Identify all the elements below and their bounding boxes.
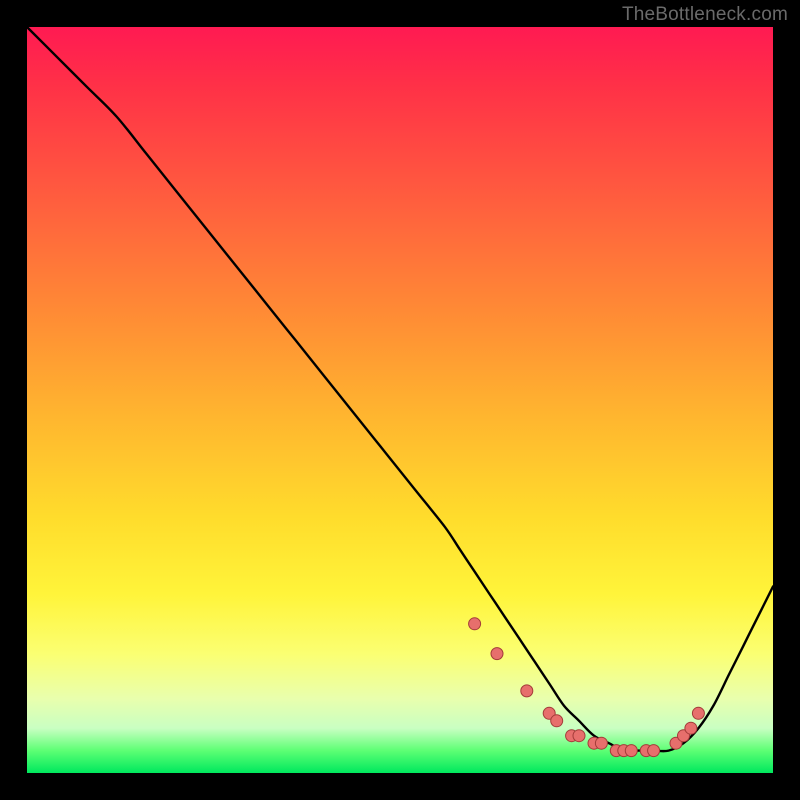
curve-dot [521,685,533,697]
curve-dot [573,730,585,742]
watermark-text: TheBottleneck.com [622,4,788,26]
curve-dot [469,618,481,630]
chart-stage: TheBottleneck.com [0,0,800,800]
curve-dot [648,745,660,757]
curve-layer [27,27,773,773]
curve-dot [625,745,637,757]
dot-cluster [469,618,705,757]
bottleneck-curve [27,27,773,751]
curve-dot [551,715,563,727]
curve-dot [491,648,503,660]
curve-dot [692,707,704,719]
curve-dot [595,737,607,749]
curve-dot [685,722,697,734]
plot-area [27,27,773,773]
